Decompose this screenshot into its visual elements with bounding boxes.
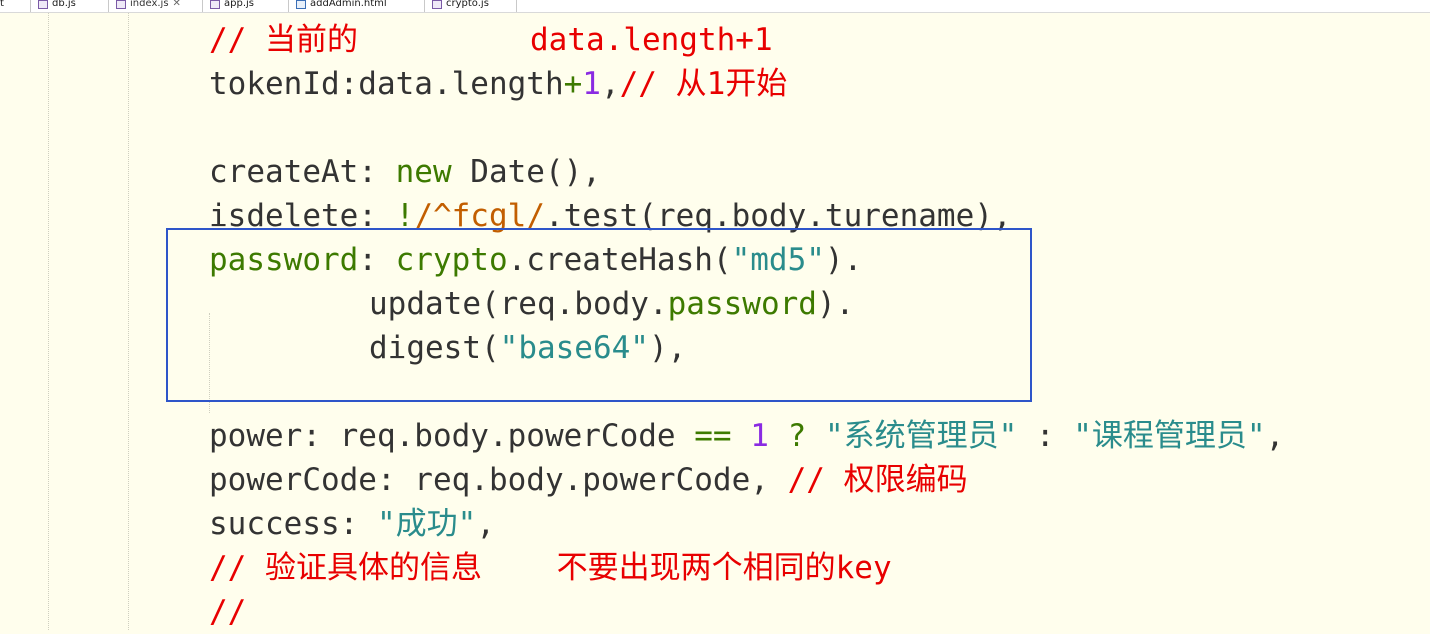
tab-label: addAdmin.html: [310, 0, 387, 9]
code-comment: // 从1开始: [619, 66, 788, 102]
indent-guide: [128, 13, 129, 630]
tab-label: t: [0, 0, 4, 9]
html-file-icon: [296, 0, 306, 9]
code-operator: ==: [694, 418, 732, 454]
js-file-icon: [432, 0, 442, 9]
code-comment: //: [209, 594, 247, 630]
editor-tab-bar: t db.js index.js ✕ app.js addAdmin.html c…: [0, 0, 1430, 13]
tab-separator: [424, 0, 425, 12]
code-line: // 当前的 data.length+1: [209, 18, 773, 62]
code-number: 1: [582, 66, 601, 102]
code-operator: ?: [768, 418, 825, 454]
code-text: ,: [476, 506, 495, 542]
tab-separator: [516, 0, 517, 12]
code-line: power: req.body.powerCode == 1 ? "系统管理员"…: [209, 414, 1284, 458]
code-text: tokenId:data.length: [209, 66, 564, 102]
code-string: "课程管理员": [1073, 418, 1266, 454]
code-text: power: req.body.powerCode: [209, 418, 695, 454]
tab-app-js[interactable]: app.js: [210, 0, 254, 12]
js-file-icon: [38, 0, 48, 9]
code-line: tokenId:data.length+1,// 从1开始: [209, 62, 787, 106]
code-editor[interactable]: // 当前的 data.length+1 tokenId:data.length+…: [0, 13, 1430, 630]
tab-separator: [288, 0, 289, 12]
code-text: Date(),: [451, 154, 601, 190]
highlight-annotation-box: [166, 228, 1032, 402]
code-text: createAt:: [209, 154, 396, 190]
code-comment: // 当前的: [209, 22, 358, 58]
code-text: powerCode: req.body.powerCode,: [209, 462, 788, 498]
code-string: "成功": [376, 506, 477, 542]
code-comment: data.length+1: [530, 22, 773, 58]
close-icon[interactable]: ✕: [173, 0, 181, 9]
tab-db-js[interactable]: db.js: [38, 0, 76, 12]
code-operator: +: [563, 66, 583, 102]
tab-separator: [30, 0, 31, 12]
code-text: ,: [600, 66, 620, 102]
tab-addadmin-html[interactable]: addAdmin.html: [296, 0, 387, 12]
tab-label: index.js: [130, 0, 169, 9]
code-string: "系统管理员": [824, 418, 1018, 454]
code-comment: // 权限编码: [787, 462, 968, 498]
code-text: success:: [209, 506, 377, 542]
js-file-icon: [116, 0, 126, 9]
tab-separator: [108, 0, 109, 12]
tab-partial[interactable]: t: [0, 0, 4, 12]
code-keyword: new: [395, 154, 452, 190]
code-line: //: [209, 590, 246, 634]
tab-separator: [202, 0, 203, 12]
code-line: createAt: new Date(),: [209, 150, 601, 194]
tab-crypto-js[interactable]: crypto.js: [432, 0, 489, 12]
tab-label: app.js: [224, 0, 254, 9]
tab-label: crypto.js: [446, 0, 489, 9]
code-line: powerCode: req.body.powerCode, // 权限编码: [209, 458, 968, 502]
code-line: // 验证具体的信息 不要出现两个相同的key: [209, 546, 892, 590]
code-line: success: "成功",: [209, 502, 495, 546]
code-number: 1: [750, 418, 769, 454]
code-text: ,: [1265, 418, 1285, 454]
indent-guide: [48, 13, 49, 630]
code-text: :: [1017, 418, 1074, 454]
js-file-icon: [210, 0, 220, 9]
tab-label: db.js: [52, 0, 76, 9]
code-comment: // 验证具体的信息 不要出现两个相同的key: [209, 550, 892, 586]
tab-index-js[interactable]: index.js ✕: [116, 0, 181, 12]
